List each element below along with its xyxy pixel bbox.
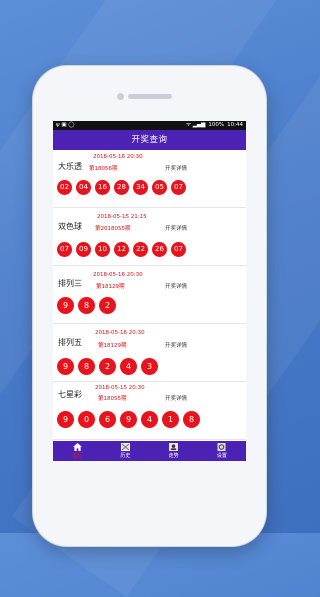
number-balls: 982 bbox=[57, 297, 116, 314]
number-ball: 8 bbox=[183, 411, 200, 428]
detail-link[interactable]: 开奖详情 bbox=[165, 224, 187, 232]
number-ball: 1 bbox=[162, 411, 179, 428]
number-ball: 4 bbox=[120, 358, 137, 375]
number-ball: 16 bbox=[95, 180, 110, 195]
tab-label: 设置 bbox=[216, 453, 227, 459]
trend-icon bbox=[169, 443, 179, 451]
lottery-card[interactable]: 七星彩 2018-05-15 20:30 第18055期 开奖详情 9 0 6 9 4 1 8 bbox=[53, 382, 246, 440]
lottery-card[interactable]: 大乐透 2018-05-16 20:30 第18056期 开奖详情 02 04 16 28 34… bbox=[53, 150, 246, 208]
lottery-name: 排列三 bbox=[58, 279, 82, 288]
draw-issue: 第18056期 bbox=[89, 166, 118, 172]
number-ball: 34 bbox=[133, 180, 148, 195]
number-balls: 07 09 10 12 22 26 07 bbox=[57, 242, 186, 257]
detail-link[interactable]: 开奖详情 bbox=[165, 341, 187, 349]
draw-issue: 第18129期 bbox=[96, 284, 125, 290]
signal-icon: ᯤ ▂▄▆ bbox=[185, 122, 206, 128]
number-ball: 12 bbox=[114, 242, 129, 257]
number-ball: 09 bbox=[76, 242, 91, 257]
number-ball: 07 bbox=[171, 242, 186, 257]
lottery-card[interactable]: 排列五 2018-05-16 20:30 第18129期 开奖详情 9 8 2 4 3 bbox=[53, 324, 246, 382]
speaker-slot bbox=[128, 94, 172, 99]
lottery-card[interactable]: 双色球 2018-05-15 21:15 第2018055期 开奖详情 07 09 10 12… bbox=[53, 208, 246, 266]
detail-link[interactable]: 开奖详情 bbox=[165, 282, 187, 290]
number-ball: 8 bbox=[78, 297, 95, 314]
settings-icon bbox=[217, 443, 226, 451]
tab-trend[interactable]: 走势 bbox=[154, 443, 194, 459]
status-bar: ψ ▣ ◯ ᯤ ▂▄▆ 100% 10:44 bbox=[53, 121, 246, 130]
tab-home[interactable]: 首页 bbox=[57, 443, 97, 459]
lottery-name: 大乐透 bbox=[58, 162, 82, 171]
number-ball: 10 bbox=[95, 242, 110, 257]
draw-issue: 第18129期 bbox=[98, 343, 127, 349]
number-ball: 8 bbox=[78, 358, 95, 375]
draw-date: 2018-05-16 20:30 bbox=[93, 154, 143, 160]
tab-label: 首页 bbox=[72, 453, 83, 459]
tab-label: 走势 bbox=[168, 453, 179, 459]
lottery-name: 双色球 bbox=[58, 222, 82, 231]
number-balls: 9069418 bbox=[57, 411, 200, 428]
number-ball: 05 bbox=[152, 180, 167, 195]
camera-dot bbox=[117, 93, 124, 100]
number-ball: 28 bbox=[114, 180, 129, 195]
tab-history[interactable]: 历史 bbox=[105, 443, 145, 459]
number-ball: 07 bbox=[171, 180, 186, 195]
lottery-name: 排列五 bbox=[58, 338, 82, 347]
number-balls: 02 04 16 28 34 05 07 bbox=[57, 180, 186, 195]
lottery-card[interactable]: 排列三 2018-05-16 20:30 第18129期 开奖详情 9 8 2 bbox=[53, 266, 246, 324]
detail-link[interactable]: 开奖详情 bbox=[165, 164, 187, 172]
number-ball: 02 bbox=[57, 180, 72, 195]
draw-issue: 第2018055期 bbox=[95, 226, 131, 232]
number-ball: 2 bbox=[99, 358, 116, 375]
lottery-name: 七星彩 bbox=[58, 390, 82, 399]
number-ball: 07 bbox=[57, 242, 72, 257]
home-icon bbox=[72, 443, 82, 451]
tab-settings[interactable]: 设置 bbox=[202, 443, 242, 459]
number-ball: 4 bbox=[141, 411, 158, 428]
app-screen: ψ ▣ ◯ ᯤ ▂▄▆ 100% 10:44 开奖查询 大乐透 2018-05-1… bbox=[53, 121, 246, 461]
number-ball: 04 bbox=[76, 180, 91, 195]
history-icon bbox=[120, 443, 130, 451]
draw-date: 2018-05-16 20:30 bbox=[93, 272, 143, 278]
number-ball: 9 bbox=[57, 297, 74, 314]
battery-level: 100% bbox=[208, 122, 225, 128]
lottery-list[interactable]: 大乐透 2018-05-16 20:30 第18056期 开奖详情 02 04 16 28 34… bbox=[53, 150, 246, 441]
number-ball: 0 bbox=[78, 411, 95, 428]
number-ball: 26 bbox=[152, 242, 167, 257]
number-ball: 3 bbox=[141, 358, 158, 375]
number-ball: 9 bbox=[57, 411, 74, 428]
draw-date: 2018-05-15 21:15 bbox=[97, 214, 147, 220]
number-ball: 9 bbox=[57, 358, 74, 375]
draw-date: 2018-05-16 20:30 bbox=[95, 330, 145, 336]
tab-label: 历史 bbox=[120, 453, 131, 459]
number-ball: 22 bbox=[133, 242, 148, 257]
detail-link[interactable]: 开奖详情 bbox=[165, 394, 187, 402]
status-left-icons: ψ ▣ ◯ bbox=[56, 122, 75, 128]
clock: 10:44 bbox=[227, 122, 243, 128]
number-ball: 2 bbox=[99, 297, 116, 314]
number-ball: 9 bbox=[120, 411, 137, 428]
number-balls: 98243 bbox=[57, 358, 158, 375]
bottom-tab-bar: 首页 历史 走势 设置 bbox=[53, 441, 246, 461]
draw-date: 2018-05-15 20:30 bbox=[95, 385, 145, 391]
draw-issue: 第18055期 bbox=[98, 396, 127, 402]
number-ball: 6 bbox=[99, 411, 116, 428]
page-title: 开奖查询 bbox=[53, 130, 246, 150]
